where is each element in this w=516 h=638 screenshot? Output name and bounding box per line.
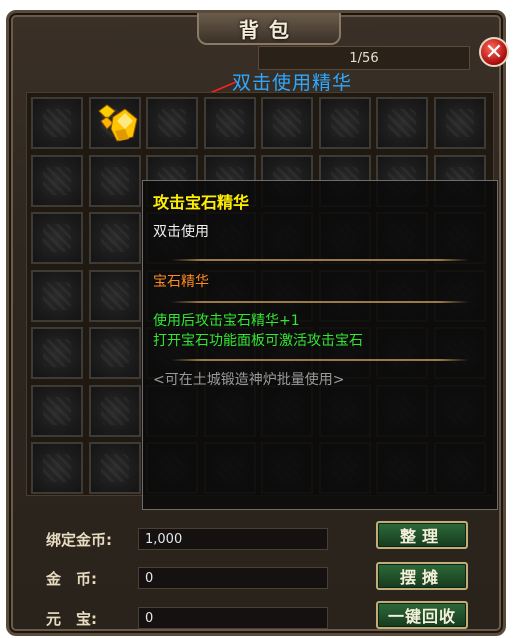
close-button[interactable]: ✕	[479, 37, 509, 67]
yuanbao-value: 0	[138, 607, 328, 629]
inventory-slot[interactable]	[31, 269, 83, 322]
tooltip-title: 攻击宝石精华	[153, 193, 250, 212]
capacity-counter: 1/56	[258, 46, 470, 70]
sort-button[interactable]: 整理	[376, 521, 468, 549]
inventory-slot[interactable]	[88, 154, 141, 207]
inventory-slot[interactable]	[31, 154, 83, 207]
inventory-slot[interactable]	[376, 97, 428, 149]
inventory-slot[interactable]	[318, 97, 371, 149]
tooltip-category: 宝石精华	[153, 274, 209, 290]
inventory-slot[interactable]	[88, 442, 141, 494]
window-title: 背包	[197, 13, 341, 45]
yuanbao-label: 元 宝:	[46, 610, 97, 628]
recycle-button[interactable]: 一键回收	[376, 601, 468, 629]
gem-essence-icon	[97, 104, 138, 142]
inventory-slot[interactable]	[31, 442, 83, 494]
inventory-slot[interactable]	[146, 97, 198, 149]
currency-panel: 绑定金币: 1,000 金 币: 0 元 宝: 0 整理 摆摊 一键回收	[26, 505, 496, 635]
inventory-slot[interactable]	[88, 327, 141, 379]
tooltip-effect: 打开宝石功能面板可激活攻击宝石	[153, 333, 363, 349]
inventory-slot[interactable]	[31, 212, 83, 264]
inventory-slot[interactable]	[261, 97, 313, 149]
gold-label: 金 币:	[46, 570, 97, 588]
tooltip-note: <可在土城锻造神炉批量使用>	[153, 372, 345, 388]
stall-button[interactable]: 摆摊	[376, 562, 468, 590]
item-tooltip: 攻击宝石精华 双击使用 宝石精华 使用后攻击宝石精华+1 打开宝石功能面板可激活…	[142, 180, 498, 510]
inventory-slot[interactable]	[31, 327, 83, 379]
bound-gold-label: 绑定金币:	[46, 531, 112, 549]
inventory-slot[interactable]	[433, 97, 486, 149]
inventory-slot[interactable]	[88, 97, 141, 149]
tooltip-effect: 使用后攻击宝石精华+1	[153, 313, 300, 329]
bound-gold-value: 1,000	[138, 528, 328, 550]
inventory-slot[interactable]	[88, 384, 141, 437]
inventory-slot[interactable]	[203, 97, 256, 149]
close-icon: ✕	[484, 39, 504, 65]
annotation-text: 双击使用精华	[232, 72, 353, 94]
inventory-slot[interactable]	[88, 212, 141, 264]
gold-value: 0	[138, 567, 328, 589]
inventory-slot[interactable]	[31, 384, 83, 437]
inventory-slot[interactable]	[88, 269, 141, 322]
tooltip-subtitle: 双击使用	[153, 224, 209, 240]
inventory-slot[interactable]	[31, 97, 83, 149]
